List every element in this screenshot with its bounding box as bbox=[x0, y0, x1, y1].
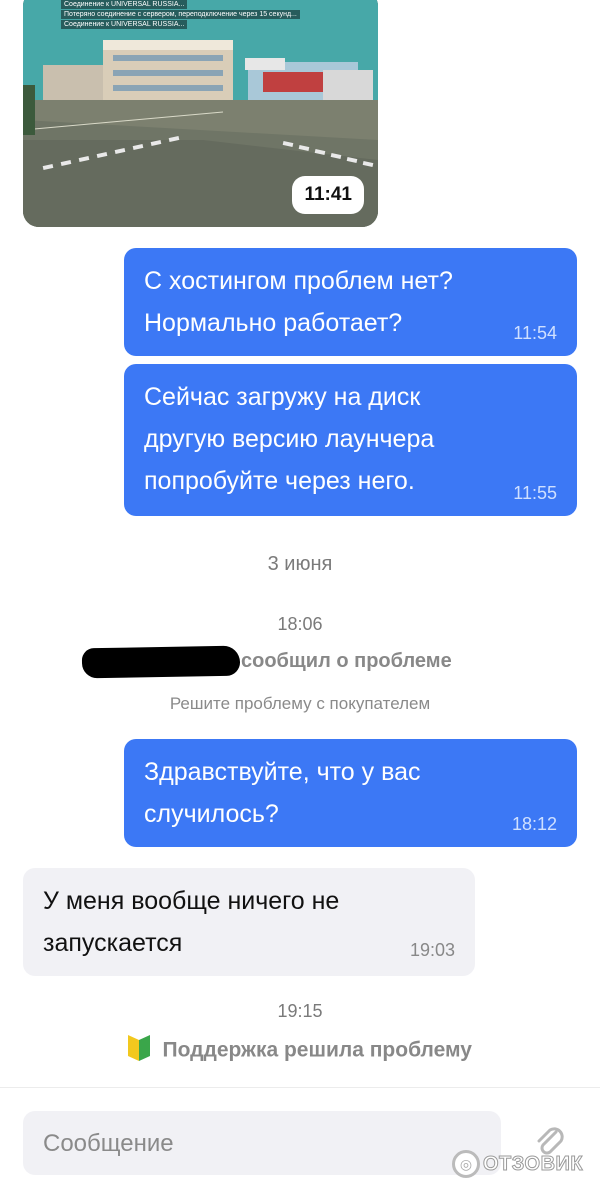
message-time: 11:41 bbox=[292, 176, 364, 214]
message-text: Здравствуйте, что у вас случилось? bbox=[144, 758, 421, 828]
message-text: У меня вообще ничего не запускается bbox=[43, 887, 340, 957]
message-text: С хостингом проблем нет? Нормально работ… bbox=[144, 267, 453, 337]
outgoing-message[interactable]: Сейчас загружу на диск другую версию лау… bbox=[124, 364, 577, 516]
event-time: 19:15 bbox=[277, 1001, 323, 1021]
overlay-line: Соединение к UNIVERSAL RUSSIA... bbox=[61, 20, 188, 29]
watermark-text: ОТЗОВИК bbox=[482, 1152, 584, 1175]
message-text: Сейчас загружу на диск другую версию лау… bbox=[144, 383, 435, 495]
message-time: 19:03 bbox=[409, 940, 455, 960]
date-separator: 3 июня bbox=[267, 553, 333, 575]
redacted-username bbox=[81, 645, 241, 679]
watermark: ◎ ОТЗОВИК bbox=[452, 1150, 583, 1178]
support-resolved-event: Поддержка решила проблему bbox=[0, 1035, 600, 1066]
event-text: сообщил о проблеме bbox=[241, 650, 452, 672]
image-message[interactable]: Соединение к UNIVERSAL RUSSIA... Потерян… bbox=[23, 0, 378, 227]
event-time: 18:06 bbox=[277, 614, 323, 634]
event-text: Поддержка решила проблему bbox=[162, 1038, 472, 1062]
event-subtitle: Решите проблему с покупателем bbox=[169, 694, 431, 713]
incoming-message[interactable]: У меня вообще ничего не запускается 19:0… bbox=[23, 868, 475, 976]
message-composer bbox=[23, 1111, 501, 1177]
message-time: 11:55 bbox=[513, 483, 557, 503]
outgoing-message[interactable]: С хостингом проблем нет? Нормально работ… bbox=[124, 248, 577, 356]
message-time: 18:12 bbox=[511, 814, 557, 834]
beginner-badge-icon bbox=[128, 1035, 151, 1066]
outgoing-message[interactable]: Здравствуйте, что у вас случилось? 18:12 bbox=[124, 739, 577, 847]
overlay-line: Соединение к UNIVERSAL RUSSIA... bbox=[61, 0, 188, 9]
message-input[interactable] bbox=[23, 1111, 485, 1177]
divider bbox=[0, 1087, 600, 1088]
otzovik-logo-icon: ◎ bbox=[452, 1150, 480, 1178]
message-time: 11:54 bbox=[513, 323, 557, 343]
overlay-line: Потеряно соединение с сервером, переподк… bbox=[61, 10, 300, 19]
